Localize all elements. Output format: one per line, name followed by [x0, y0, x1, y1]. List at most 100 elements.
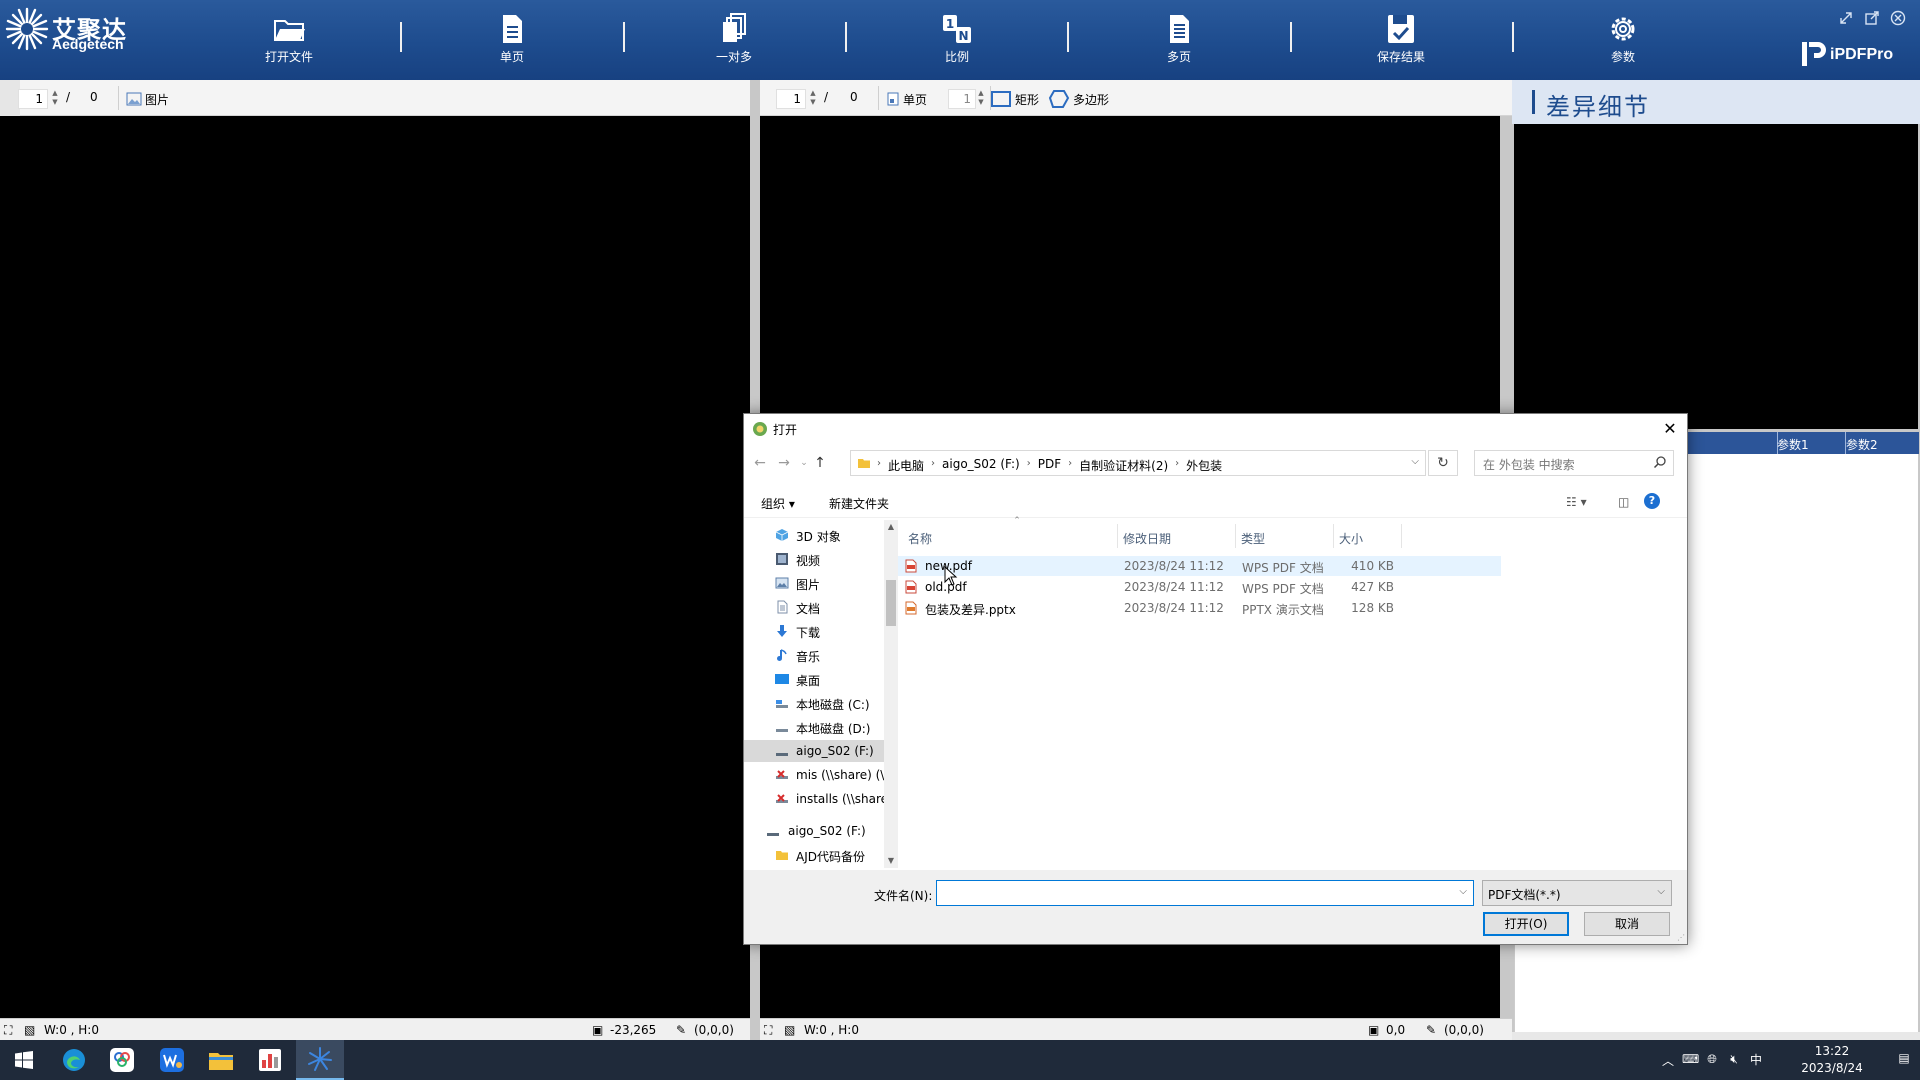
- nav-item-network-installs[interactable]: installs (\\share: [744, 788, 884, 810]
- start-button[interactable]: [0, 1040, 48, 1080]
- nav-item-3d-objects[interactable]: 3D 对象: [744, 524, 884, 546]
- single-page-button[interactable]: 单页: [467, 12, 557, 68]
- ime-indicator[interactable]: 中: [1748, 1051, 1764, 1067]
- rectangle-tool[interactable]: 矩形: [990, 90, 1039, 108]
- back-arrow-icon[interactable]: ←: [752, 454, 768, 472]
- chevron-down-icon[interactable]: ⌵: [1411, 456, 1419, 467]
- restore-window-icon[interactable]: [1838, 10, 1854, 26]
- left-page-spinner[interactable]: ▲ ▼: [50, 89, 60, 109]
- color-picker-icon: ✎: [676, 1023, 687, 1037]
- column-header-type[interactable]: 类型: [1241, 530, 1265, 547]
- nav-item-desktop[interactable]: 桌面: [744, 668, 884, 690]
- fit-view-icon[interactable]: ⛶: [4, 1023, 12, 1038]
- scroll-up-icon[interactable]: ▲: [884, 522, 898, 531]
- forward-arrow-icon[interactable]: →: [776, 454, 792, 472]
- column-header-date[interactable]: 修改日期: [1123, 530, 1171, 547]
- nav-item-videos[interactable]: 视频: [744, 548, 884, 570]
- ratio-button[interactable]: 1N 比例: [912, 12, 1002, 68]
- taskbar-wecom[interactable]: [148, 1040, 196, 1080]
- single-page-number-input[interactable]: 1: [948, 89, 976, 109]
- open-button[interactable]: 打开(O): [1483, 912, 1569, 936]
- fit-view-icon[interactable]: ⛶: [764, 1023, 772, 1038]
- nav-item-drive-f-root[interactable]: aigo_S02 (F:): [744, 820, 884, 842]
- resize-grip-icon[interactable]: ⋰: [1677, 933, 1685, 942]
- nav-item-drive-d[interactable]: 本地磁盘 (D:): [744, 716, 884, 738]
- scrollbar-thumb[interactable]: [886, 580, 896, 626]
- volume-muted-icon[interactable]: 🔇︎: [1726, 1052, 1742, 1068]
- chevron-up-icon[interactable]: ︿: [1660, 1052, 1676, 1068]
- single-page-spinner[interactable]: ▲ ▼: [976, 89, 986, 109]
- chevron-down-icon[interactable]: ⌵: [1459, 886, 1467, 897]
- column-divider: [1333, 524, 1334, 548]
- cancel-button[interactable]: 取消: [1584, 912, 1670, 936]
- nav-item-music[interactable]: 音乐: [744, 644, 884, 666]
- left-image-toggle[interactable]: 图片: [126, 90, 169, 108]
- dialog-title-bar[interactable]: 打开 ✕: [744, 414, 1687, 444]
- windows-start-icon: [15, 1051, 33, 1069]
- folder-icon: [776, 851, 788, 860]
- save-result-button[interactable]: 保存结果: [1356, 12, 1446, 68]
- settings-button[interactable]: 参数: [1578, 12, 1668, 68]
- diff-preview-view[interactable]: [1514, 124, 1918, 429]
- breadcrumb-item[interactable]: 外包装: [1186, 457, 1222, 474]
- network-device-icon[interactable]: ⌨: [1682, 1052, 1699, 1068]
- taskbar-edge[interactable]: [50, 1040, 98, 1080]
- column-param2[interactable]: 参数2: [1846, 436, 1878, 453]
- maximize-window-icon[interactable]: [1864, 10, 1880, 26]
- taskbar-clock[interactable]: 13:22 2023/8/24: [1792, 1043, 1872, 1077]
- nav-item-drive-c[interactable]: 本地磁盘 (C:): [744, 692, 884, 714]
- left-document-view[interactable]: [0, 116, 750, 1018]
- breadcrumb-item[interactable]: PDF: [1038, 457, 1061, 474]
- scroll-down-icon[interactable]: ▼: [884, 856, 898, 865]
- close-window-icon[interactable]: [1890, 10, 1906, 26]
- breadcrumb-item[interactable]: 自制验证材料(2): [1079, 457, 1168, 474]
- nav-item-drive-f[interactable]: aigo_S02 (F:): [744, 740, 884, 762]
- left-page-input[interactable]: 1: [18, 89, 48, 109]
- nav-item-documents[interactable]: 文档: [744, 596, 884, 618]
- column-header-size[interactable]: 大小: [1339, 530, 1363, 547]
- file-row[interactable]: old.pdf 2023/8/24 11:12 WPS PDF 文档 427 K…: [898, 577, 1501, 597]
- right-page-input[interactable]: 1: [776, 89, 806, 109]
- single-page-toggle-label: 单页: [903, 92, 928, 107]
- drive-icon: [776, 700, 788, 708]
- drive-icon: [776, 753, 788, 756]
- search-input[interactable]: 在 外包装 中搜索: [1474, 450, 1674, 476]
- file-row[interactable]: new.pdf 2023/8/24 11:12 WPS PDF 文档 410 K…: [898, 556, 1501, 576]
- polygon-tool[interactable]: 多边形: [1048, 90, 1109, 108]
- column-param1[interactable]: 参数1: [1777, 436, 1809, 453]
- taskbar-app-chart[interactable]: [246, 1040, 294, 1080]
- taskbar-app-settings[interactable]: [98, 1040, 146, 1080]
- column-header-name[interactable]: 名称: [908, 530, 932, 547]
- notification-icon[interactable]: ▤: [1896, 1051, 1912, 1067]
- file-row[interactable]: 包装及差异.pptx 2023/8/24 11:12 PPTX 演示文档 128…: [898, 598, 1501, 618]
- taskbar-file-explorer[interactable]: [197, 1040, 245, 1080]
- help-icon[interactable]: ?: [1644, 493, 1660, 509]
- file-type-select[interactable]: PDF文档(*.*) ⌵: [1482, 880, 1672, 906]
- organize-menu[interactable]: 组织 ▾: [761, 495, 795, 512]
- recent-locations-icon[interactable]: ⌄: [796, 454, 812, 472]
- preview-pane-icon[interactable]: ◫: [1618, 495, 1629, 509]
- nav-item-pictures[interactable]: 图片: [744, 572, 884, 594]
- nav-item-downloads[interactable]: 下载: [744, 620, 884, 642]
- new-folder-button[interactable]: 新建文件夹: [829, 495, 889, 512]
- open-file-button[interactable]: 打开文件: [244, 12, 334, 68]
- breadcrumb-item[interactable]: aigo_S02 (F:): [942, 457, 1020, 474]
- globe-network-icon[interactable]: 🌐︎: [1704, 1052, 1720, 1068]
- nav-item-network-mis[interactable]: mis (\\share) (\: [744, 764, 884, 786]
- breadcrumb-item[interactable]: 此电脑: [888, 457, 924, 474]
- refresh-button[interactable]: ↻: [1428, 450, 1458, 476]
- up-arrow-icon[interactable]: ↑: [812, 454, 828, 472]
- view-options-icon[interactable]: ☷ ▾: [1566, 495, 1587, 509]
- multi-page-button[interactable]: 多页: [1134, 12, 1224, 68]
- toolbar-divider: [845, 22, 847, 52]
- address-bar[interactable]: › 此电脑 › aigo_S02 (F:) › PDF › 自制验证材料(2) …: [850, 450, 1426, 476]
- dialog-close-button[interactable]: ✕: [1659, 418, 1681, 440]
- one-to-many-button[interactable]: 一对多: [689, 12, 779, 68]
- pictures-icon: [775, 577, 789, 589]
- filename-input[interactable]: ⌵: [936, 880, 1474, 906]
- right-page-spinner[interactable]: ▲ ▼: [808, 89, 818, 109]
- taskbar-ipdfpro[interactable]: [296, 1040, 344, 1080]
- nav-pane-scrollbar[interactable]: ▲ ▼: [884, 520, 898, 868]
- single-page-toggle[interactable]: 单页: [886, 90, 927, 108]
- nav-item-backup-folder[interactable]: AJD代码备份: [744, 844, 884, 866]
